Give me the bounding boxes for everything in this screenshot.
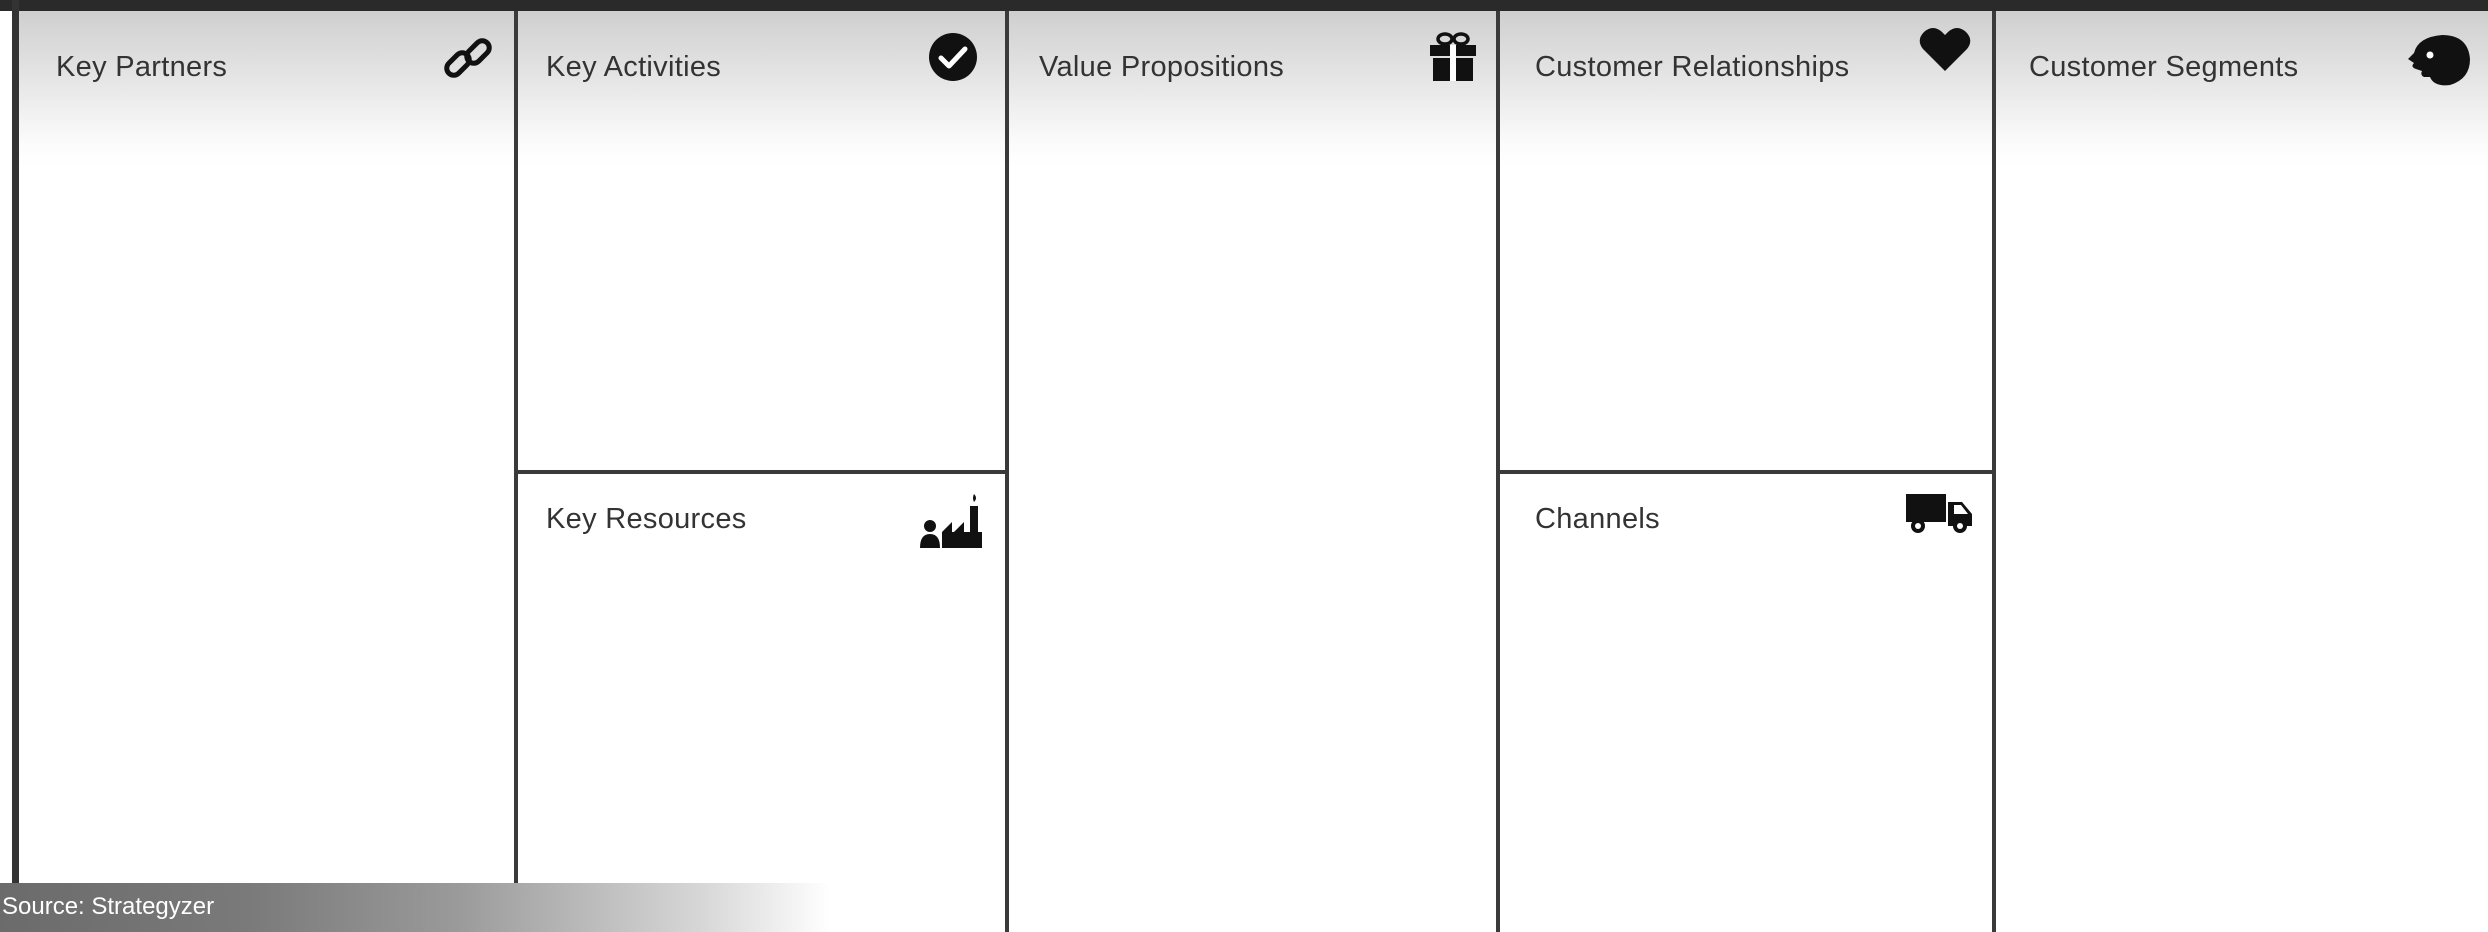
block-title-channels: Channels (1535, 503, 1660, 535)
head-icon (2404, 33, 2472, 87)
block-customer-relationships: Customer Relationships (1500, 11, 1992, 470)
truck-icon (1904, 492, 1974, 534)
source-caption: Source: Strategyzer (0, 883, 830, 932)
header-band (1009, 11, 1496, 166)
check-circle-icon (928, 32, 978, 82)
heart-icon (1918, 25, 1972, 75)
gift-icon (1427, 31, 1479, 83)
source-caption-text: Source: Strategyzer (2, 893, 215, 920)
block-channels: Channels (1500, 474, 1992, 932)
block-title-key-partners: Key Partners (56, 51, 228, 83)
business-model-canvas: Key Partners Key Activities Key Resource… (0, 0, 2488, 932)
block-key-activities: Key Activities (518, 11, 1005, 470)
divider-horizontal-relationships (1496, 470, 1996, 474)
canvas-left-margin (0, 11, 12, 932)
factory-worker-icon (918, 492, 984, 550)
block-title-customer-segments: Customer Segments (2029, 51, 2299, 83)
canvas-left-border (12, 0, 19, 932)
block-value-propositions: Value Propositions (1009, 11, 1496, 932)
link-icon (439, 31, 499, 91)
block-title-value-propositions: Value Propositions (1039, 51, 1285, 83)
canvas-top-border (0, 0, 2488, 11)
divider-horizontal-activities (514, 470, 1009, 474)
block-customer-segments: Customer Segments (1996, 11, 2488, 932)
block-title-key-resources: Key Resources (546, 503, 747, 535)
block-title-key-activities: Key Activities (546, 51, 722, 83)
block-title-customer-relationships: Customer Relationships (1535, 51, 1850, 83)
block-key-partners: Key Partners (19, 11, 514, 932)
block-key-resources: Key Resources (518, 474, 1005, 932)
